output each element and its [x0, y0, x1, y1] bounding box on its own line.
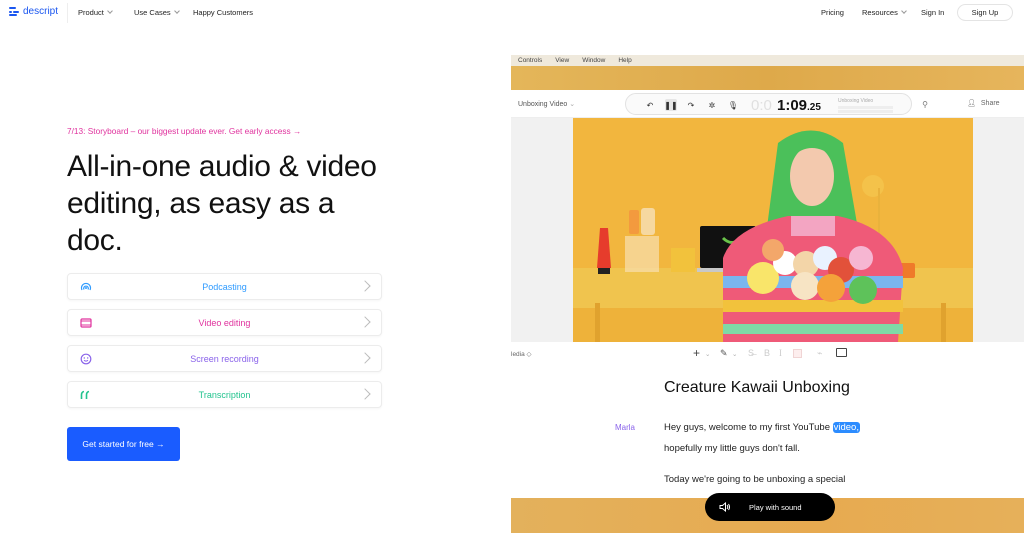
project-selector[interactable]: Unboxing Video ⌄ [518, 100, 575, 108]
menu-view[interactable]: View [555, 57, 569, 64]
announcement-link[interactable]: 7/13: Storyboard – our biggest update ev… [67, 126, 301, 136]
italic-icon[interactable]: I [779, 348, 782, 358]
undo-icon[interactable]: ↶ [644, 99, 656, 111]
nav-sign-in[interactable]: Sign In [921, 8, 944, 17]
pause-button[interactable]: ❚❚ [664, 99, 678, 111]
top-nav: descript Product Use Cases Happy Custome… [0, 0, 1024, 26]
nav-product[interactable]: Product [78, 8, 113, 17]
use-case-label: Transcription [198, 390, 251, 400]
use-case-label: Screen recording [190, 354, 259, 364]
play-label: Play with sound [749, 502, 802, 512]
speaker-label[interactable]: Marla [615, 423, 635, 432]
use-case-video-editing[interactable]: Video editing [67, 309, 382, 336]
use-case-label: Podcasting [202, 282, 247, 292]
brand-name: descript [23, 6, 59, 17]
progress-bar [838, 106, 893, 109]
bold-icon[interactable]: B [764, 348, 770, 358]
nav-pricing-label: Pricing [821, 8, 844, 17]
use-case-podcasting[interactable]: Podcasting [67, 273, 382, 300]
backdrop-strip [511, 66, 1024, 90]
nav-sign-in-label: Sign In [921, 8, 945, 17]
strikethrough-icon[interactable]: S̶ [748, 348, 754, 358]
hero-headline: All-in-one audio & video editing, as eas… [67, 150, 377, 257]
highlighter-icon[interactable]: ✎ [720, 348, 728, 359]
nav-use-cases[interactable]: Use Cases [134, 8, 180, 17]
nav-resources-label: Resources [862, 8, 898, 17]
microphone-icon[interactable]: 🎙︎ [727, 99, 739, 111]
transcript-text: Hey guys, welcome to my first YouTube [664, 422, 833, 433]
use-case-label: Video editing [198, 318, 251, 328]
menu-window[interactable]: Window [582, 57, 605, 64]
transcript-paragraph[interactable]: Today we're going to be unboxing a speci… [664, 469, 845, 490]
use-case-transcription[interactable]: Transcription [67, 381, 382, 408]
brand-logo[interactable]: descript [9, 6, 58, 17]
doc-toolbar: ledia ◇ + ⌄ ✎ ⌄ S̶ B I ⌁ [511, 345, 1024, 361]
menu-controls[interactable]: Controls [518, 57, 542, 64]
transcript-text: hopefully my little guys don't fall. [664, 443, 800, 454]
project-name: Unboxing Video [518, 101, 568, 108]
app-toolbar: Unboxing Video ⌄ ↶ ❚❚ ↷ ✲ 🎙︎ 0:0 1:09.25… [511, 90, 1024, 118]
app-preview: Controls View Window Help Unboxing Video… [511, 55, 1024, 533]
use-case-screen-recording[interactable]: Screen recording [67, 345, 382, 372]
left-panel [511, 118, 573, 342]
nav-use-cases-label: Use Cases [134, 8, 171, 17]
nav-happy-customers[interactable]: Happy Customers [193, 8, 253, 17]
transcript-paragraph[interactable]: Hey guys, welcome to my first YouTube vi… [664, 417, 860, 459]
user-icon: 👤︎ [967, 100, 976, 107]
chevron-down-icon: ⌄ [705, 351, 711, 358]
chevron-down-icon [901, 8, 907, 14]
nav-product-label: Product [78, 8, 104, 17]
video-frame-illustration [573, 118, 973, 342]
media-selector[interactable]: ledia ◇ [511, 350, 532, 358]
right-panel [973, 118, 1024, 342]
highlighted-word[interactable]: video, [832, 422, 860, 433]
chevron-down-icon: ⌄ [732, 351, 738, 358]
speaker-icon [719, 502, 730, 512]
presenter-icon[interactable]: ⚲ [919, 98, 931, 110]
timer-fraction: .25 [807, 102, 821, 113]
play-with-sound-button[interactable]: Play with sound [705, 493, 835, 521]
sign-up-button[interactable]: Sign Up [957, 4, 1013, 21]
composition-label[interactable]: Unboxing Video [838, 98, 873, 104]
nav-resources[interactable]: Resources [862, 8, 907, 17]
magic-icon[interactable]: ✲ [706, 99, 718, 111]
chevron-down-icon: ⌄ [569, 101, 576, 108]
progress-bar [838, 110, 893, 113]
descript-logo-icon [9, 7, 19, 16]
chevron-down-icon [173, 8, 180, 14]
playback-timer: 1:09.25 [777, 97, 821, 114]
add-icon[interactable]: + [693, 346, 700, 360]
timer-main: 1:09 [777, 97, 808, 114]
nav-pricing[interactable]: Pricing [821, 8, 844, 17]
redo-icon[interactable]: ↷ [685, 99, 697, 111]
video-preview[interactable] [573, 118, 973, 342]
doc-title: Creature Kawaii Unboxing [664, 379, 850, 396]
transport-bar: ↶ ❚❚ ↷ ✲ 🎙︎ 0:0 1:09.25 Unboxing Video [625, 93, 912, 115]
share-label: Share [980, 99, 1000, 107]
comment-icon[interactable] [836, 348, 847, 357]
nav-divider [67, 3, 68, 23]
share-button[interactable]: 👤︎ Share [967, 99, 1000, 108]
link-icon[interactable]: ⌁ [817, 348, 822, 359]
nav-happy-customers-label: Happy Customers [193, 8, 254, 17]
timer-ghost: 0:0 [751, 97, 772, 114]
chevron-down-icon [107, 8, 113, 14]
color-swatch-icon[interactable] [793, 349, 802, 358]
get-started-button[interactable]: Get started for free → [67, 427, 180, 461]
app-menubar: Controls View Window Help [511, 55, 1024, 66]
menu-help[interactable]: Help [618, 57, 631, 64]
